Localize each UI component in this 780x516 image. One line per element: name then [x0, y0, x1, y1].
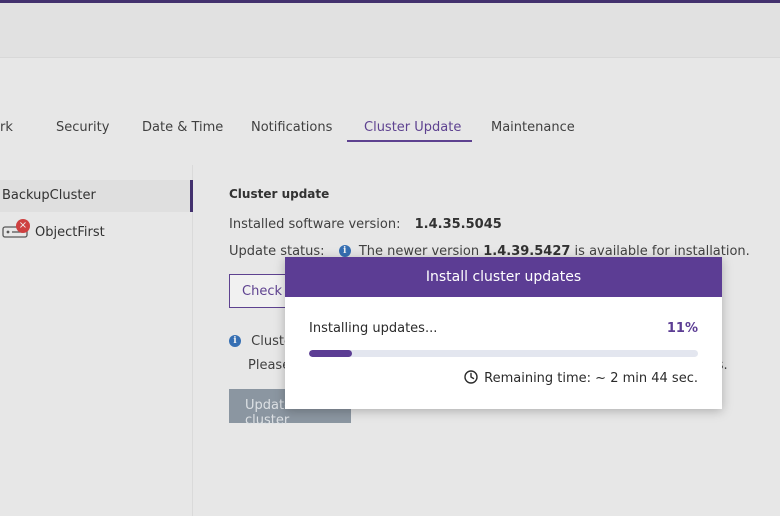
install-progress-bar: [309, 350, 698, 357]
remaining-time-text: Remaining time: ~ 2 min 44 sec.: [484, 371, 698, 386]
install-updates-dialog: Install cluster updates Installing updat…: [285, 257, 722, 409]
dialog-title: Install cluster updates: [285, 257, 722, 297]
install-status-text: Installing updates...: [309, 321, 438, 336]
install-percent: 11%: [666, 321, 698, 336]
install-progress-fill: [309, 350, 352, 357]
remaining-time: Remaining time: ~ 2 min 44 sec.: [464, 370, 698, 386]
clock-icon: [464, 370, 478, 384]
